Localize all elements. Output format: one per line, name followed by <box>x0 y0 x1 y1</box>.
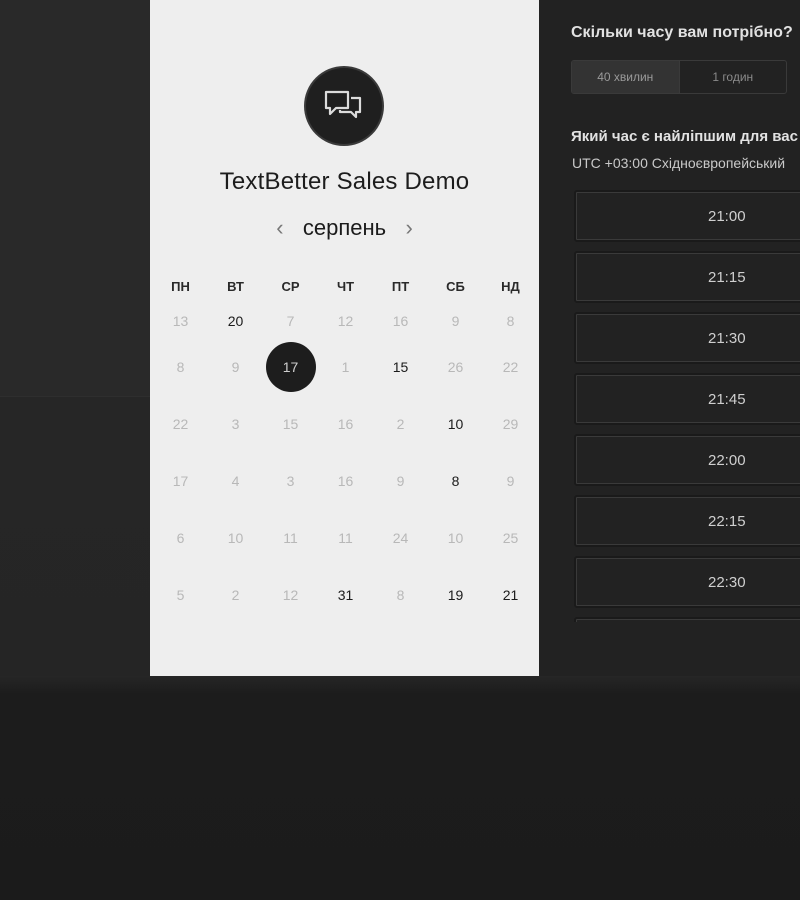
calendar-day: 8 <box>396 586 405 603</box>
booking-modal-screen: TextBetter Sales Demo ‹ серпень › ПН ВТ … <box>0 0 800 900</box>
background-header-band <box>0 0 150 397</box>
logo <box>306 68 382 144</box>
calendar-day[interactable]: 10 <box>428 395 483 452</box>
weekday-label: НД <box>501 279 520 294</box>
calendar-day[interactable]: 8 <box>428 452 483 509</box>
calendar-week-row: 13 20 7 12 16 9 8 <box>153 304 538 338</box>
duration-option-40-min[interactable]: 40 хвилин <box>572 61 679 93</box>
weekday-label: СБ <box>446 279 465 294</box>
time-slot-button[interactable] <box>574 617 800 622</box>
options-panel: Скільки часу вам потрібно? 40 хвилин 1 г… <box>539 0 800 676</box>
weekday-label: ВТ <box>227 279 244 294</box>
calendar-day: 1 <box>341 358 350 375</box>
calendar-day: 5 <box>176 586 185 603</box>
calendar-day: 13 <box>172 313 189 329</box>
calendar-panel: TextBetter Sales Demo ‹ серпень › ПН ВТ … <box>150 0 539 676</box>
chevron-right-icon[interactable]: › <box>394 214 424 242</box>
weekday-label: ПТ <box>391 279 410 294</box>
month-navigation: ‹ серпень › <box>150 214 539 242</box>
calendar-day: 16 <box>392 313 409 329</box>
calendar-day: 3 <box>231 415 240 432</box>
calendar-day: 16 <box>337 472 354 489</box>
weekday-label: ЧТ <box>336 279 355 294</box>
calendar-day: 12 <box>282 586 299 603</box>
duration-option-1-hour[interactable]: 1 годин <box>678 61 787 93</box>
calendar-day: 22 <box>502 358 519 375</box>
weekday-header-row: ПН ВТ СР ЧТ ПТ СБ НД <box>153 270 538 304</box>
time-slot-button[interactable]: 21:45 <box>574 373 800 425</box>
calendar-day-selected[interactable]: 17 <box>263 338 318 395</box>
calendar-week-row: 5 2 12 31 8 19 21 <box>153 566 538 623</box>
calendar-day: 22 <box>172 415 189 432</box>
calendar-day: 12 <box>337 313 354 329</box>
duration-question: Скільки часу вам потрібно? <box>571 24 793 41</box>
time-slot-list[interactable]: 21:00 21:15 21:30 21:45 22:00 22:15 22:3… <box>574 190 800 622</box>
calendar-day: 9 <box>451 313 460 329</box>
calendar-day: 6 <box>176 529 185 546</box>
calendar-day: 10 <box>227 529 244 546</box>
calendar-week-row: 22 3 15 16 2 10 29 <box>153 395 538 452</box>
selected-day-marker[interactable]: 17 <box>265 341 316 392</box>
calendar-week-row: 8 9 17 1 15 26 22 <box>153 338 538 395</box>
calendar-day[interactable]: 15 <box>373 338 428 395</box>
time-question: Який час є найліпшим для вас <box>571 128 798 145</box>
time-slot-button[interactable]: 22:30 <box>574 556 800 608</box>
calendar-day: 8 <box>176 358 185 375</box>
calendar-day[interactable]: 19 <box>428 566 483 623</box>
calendar-day: 9 <box>396 472 405 489</box>
calendar-day: 15 <box>282 415 299 432</box>
calendar-day: 11 <box>338 529 353 546</box>
page-title: TextBetter Sales Demo <box>219 168 470 195</box>
timezone-label[interactable]: UTC +03:00 Східноєвропейський <box>572 155 785 171</box>
calendar-day: 17 <box>172 472 189 489</box>
calendar-day[interactable]: 20 <box>208 304 263 338</box>
time-slot-button[interactable]: 21:15 <box>574 251 800 303</box>
calendar-day[interactable]: 31 <box>318 566 373 623</box>
calendar-day: 26 <box>447 358 464 375</box>
calendar-week-row: 6 10 11 11 24 10 25 <box>153 509 538 566</box>
time-slot-button[interactable]: 21:30 <box>574 312 800 364</box>
calendar-weeks: 13 20 7 12 16 9 8 8 9 17 1 15 26 22 22 3 15 16 2 10 29 17 4 3 16… <box>153 304 538 623</box>
calendar-day: 10 <box>447 529 464 546</box>
time-slot-button[interactable]: 21:00 <box>574 190 800 242</box>
calendar-day: 2 <box>396 415 405 432</box>
calendar-day: 4 <box>231 472 240 489</box>
duration-selector: 40 хвилин 1 годин <box>571 60 787 94</box>
chat-bubbles-icon <box>324 90 362 119</box>
calendar-grid: ПН ВТ СР ЧТ ПТ СБ НД 13 20 7 12 16 9 8 8 9 17 1 15 2… <box>153 270 538 623</box>
time-slot-button[interactable]: 22:00 <box>574 434 800 486</box>
weekday-label: ПН <box>171 279 190 294</box>
calendar-day: 9 <box>231 358 240 375</box>
calendar-day: 24 <box>392 529 409 546</box>
chevron-left-icon[interactable]: ‹ <box>265 214 295 242</box>
month-label: серпень <box>302 215 387 240</box>
weekday-label: СР <box>281 279 300 294</box>
background-footer <box>0 676 800 900</box>
calendar-day: 2 <box>231 586 240 603</box>
calendar-day: 8 <box>506 313 515 329</box>
calendar-day: 7 <box>286 313 295 329</box>
time-slot-button[interactable]: 22:15 <box>574 495 800 547</box>
calendar-day[interactable]: 21 <box>483 566 538 623</box>
calendar-week-row: 17 4 3 16 9 8 9 <box>153 452 538 509</box>
calendar-day: 25 <box>502 529 519 546</box>
calendar-day: 9 <box>506 472 515 489</box>
calendar-day: 11 <box>283 529 298 546</box>
calendar-day: 16 <box>337 415 354 432</box>
calendar-day: 3 <box>286 472 295 489</box>
calendar-day: 29 <box>502 415 519 432</box>
